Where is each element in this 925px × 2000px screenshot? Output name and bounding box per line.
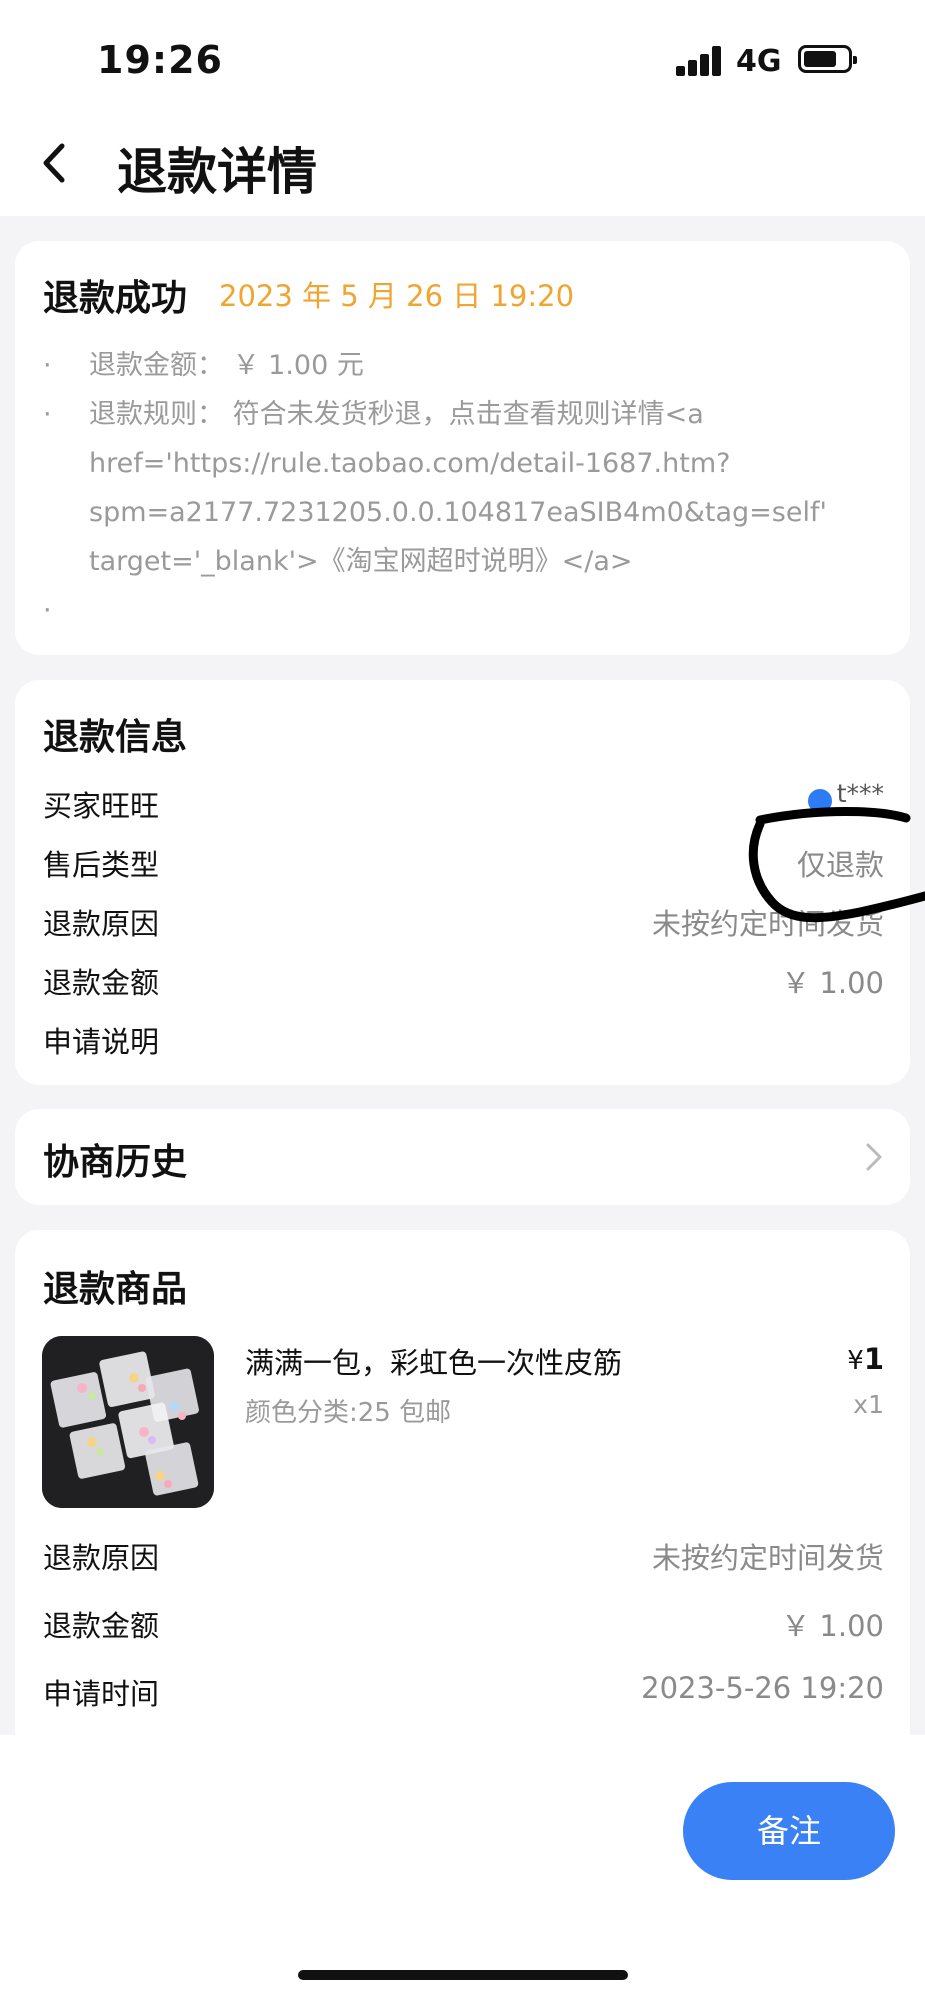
refund-status-title: 退款成功 <box>43 278 188 319</box>
network-type: 4G <box>736 44 782 79</box>
buyer-wangwang-label: 买家旺旺 <box>43 789 160 823</box>
apply-note-label: 申请说明 <box>43 1025 160 1059</box>
aftersale-type-label: 售后类型 <box>43 848 160 882</box>
product-name[interactable]: 满满一包，彩虹色一次性皮筋 <box>245 1340 622 1382</box>
refund-info-card: 退款信息 买家旺旺 t*** 售后类型 仅退款 退款原因 未按约定时间发货 退款… <box>15 680 910 1085</box>
negotiation-history-title: 协商历史 <box>43 1142 188 1183</box>
refund-rule-text[interactable]: 退款规则： 符合未发货秒退，点击查看规则详情<a <box>89 390 704 439</box>
battery-icon <box>798 45 857 73</box>
refund-amount-row: 退款金额 ￥ 1.00 <box>43 960 884 1008</box>
status-time: 19:26 <box>97 38 223 82</box>
product-price: ¥1 <box>847 1342 884 1376</box>
refund-reason-label: 退款原因 <box>43 907 160 941</box>
refund-rule-text-cont[interactable]: target='_blank'>《淘宝网超时说明》</a> <box>89 537 633 586</box>
goods-refund-reason-value: 未按约定时间发货 <box>651 1541 884 1575</box>
goods-refund-reason-label: 退款原因 <box>43 1541 160 1575</box>
status-bar: 19:26 4G <box>0 0 925 110</box>
aftersale-type-value: 仅退款 <box>796 848 884 882</box>
refund-success-time: 2023 年 5 月 26 日 19:20 <box>219 279 575 313</box>
page-title: 退款详情 <box>117 143 317 201</box>
refund-goods-card: 退款商品 满满一包，彩虹色一次性皮筋 颜色分类:25 包邮 ¥1 x1 退款原因… <box>15 1230 910 1750</box>
bullet-dot: · <box>43 350 52 381</box>
refund-amount-label: 退款金额 <box>43 966 160 1000</box>
chevron-right-icon <box>866 1143 882 1171</box>
refund-rule-text-cont[interactable]: href='https://rule.taobao.com/detail-168… <box>89 439 730 488</box>
product-spec: 颜色分类:25 包邮 <box>245 1398 452 1428</box>
home-indicator <box>298 1970 628 1980</box>
apply-note-row: 申请说明 <box>43 1019 884 1067</box>
bullet-dot: · <box>43 595 52 626</box>
buyer-wangwang-row: 买家旺旺 t*** <box>43 779 884 831</box>
wangwang-icon[interactable] <box>808 789 832 813</box>
nav-bar: 退款详情 <box>0 110 925 216</box>
goods-refund-amount-label: 退款金额 <box>43 1609 160 1643</box>
refund-goods-title: 退款商品 <box>43 1269 188 1310</box>
price-symbol: ¥ <box>847 1346 864 1376</box>
refund-reason-value: 未按约定时间发货 <box>651 907 884 941</box>
back-chevron-icon[interactable] <box>36 140 76 186</box>
product-qty: x1 <box>853 1390 884 1419</box>
goods-refund-reason-row: 退款原因 未按约定时间发货 <box>43 1535 884 1583</box>
refund-rule-text-cont[interactable]: spm=a2177.7231205.0.0.104817eaSIB4m0&tag… <box>89 488 827 537</box>
refund-reason-row: 退款原因 未按约定时间发货 <box>43 901 884 949</box>
apply-time-row: 申请时间 2023-5-26 19:20 <box>43 1671 884 1719</box>
refund-status-card: 退款成功 2023 年 5 月 26 日 19:20 · 退款金额： ￥ 1.0… <box>15 241 910 655</box>
note-button[interactable]: 备注 <box>683 1782 895 1880</box>
refund-amount-value: ￥ 1.00 <box>781 966 884 1000</box>
buyer-wangwang-value[interactable]: t*** <box>837 779 884 808</box>
goods-refund-amount-value: ￥ 1.00 <box>781 1609 884 1643</box>
price-value: 1 <box>863 1342 884 1376</box>
apply-time-label: 申请时间 <box>43 1677 160 1711</box>
bullet-dot: · <box>43 399 52 430</box>
product-image[interactable] <box>42 1336 214 1508</box>
signal-icon <box>676 46 722 76</box>
refund-amount-text: 退款金额： ￥ 1.00 元 <box>89 350 364 381</box>
aftersale-type-row: 售后类型 仅退款 <box>43 842 884 890</box>
goods-refund-amount-row: 退款金额 ￥ 1.00 <box>43 1603 884 1651</box>
negotiation-history-row[interactable]: 协商历史 <box>15 1109 910 1205</box>
apply-time-value: 2023-5-26 19:20 <box>641 1671 884 1705</box>
refund-info-title: 退款信息 <box>43 717 188 758</box>
